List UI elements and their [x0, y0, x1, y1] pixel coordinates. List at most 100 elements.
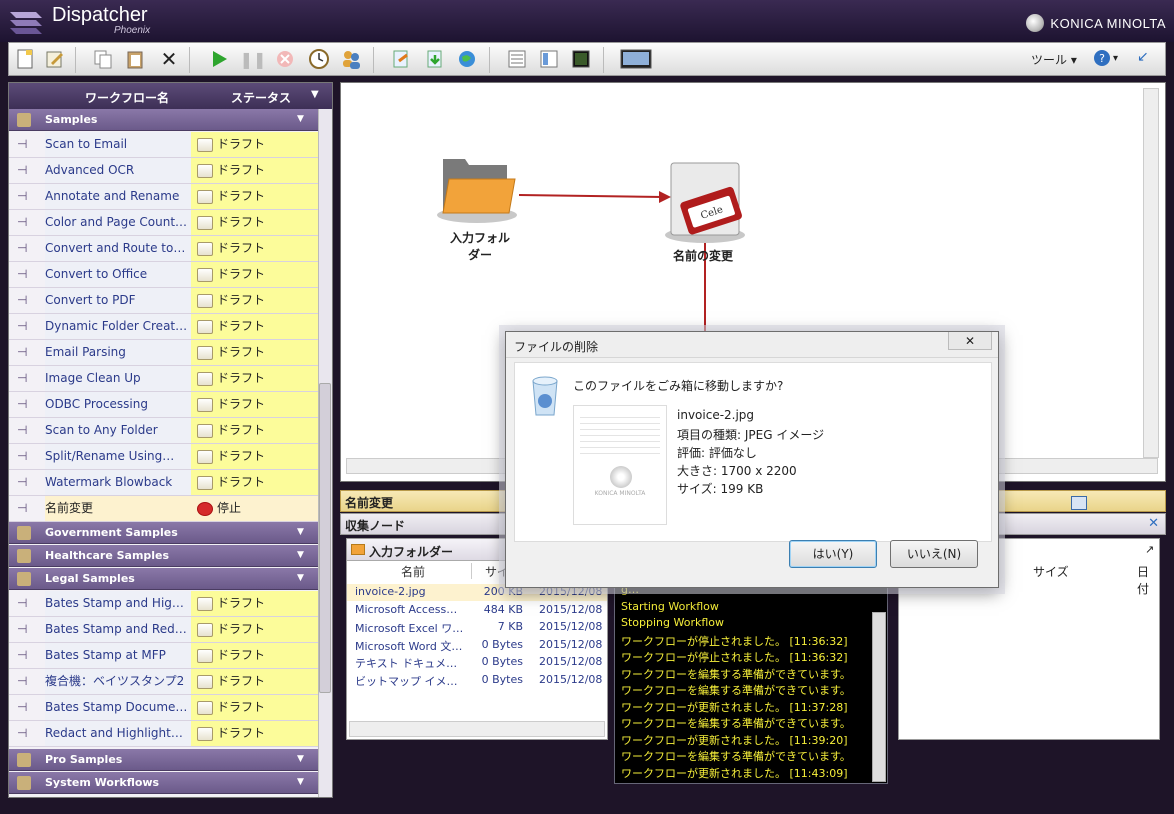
workflow-row[interactable]: ⊣ Dynamic Folder Creat… ドラフト: [9, 314, 318, 340]
pause-icon[interactable]: ❚❚: [240, 47, 267, 71]
paste-icon[interactable]: [123, 47, 147, 71]
popout-icon[interactable]: [1071, 496, 1087, 510]
workflow-row[interactable]: ⊣ Email Parsing ドラフト: [9, 340, 318, 366]
chevron-down-icon[interactable]: ▼: [297, 573, 304, 583]
log-scrollbar[interactable]: [872, 612, 886, 782]
collapse-arrow-icon[interactable]: ↙: [1137, 49, 1149, 65]
file-row[interactable]: Microsoft Excel ワ… 7 KB 2015/12/08: [347, 619, 607, 636]
file-row[interactable]: Microsoft Access… 484 KB 2015/12/08: [347, 602, 607, 619]
chevron-down-icon[interactable]: ▼: [297, 777, 304, 787]
list-view-icon[interactable]: [505, 47, 529, 71]
dialog-title-bar[interactable]: ファイルの削除 ✕: [506, 332, 998, 358]
pin-icon[interactable]: ⊣: [17, 648, 37, 662]
pin-icon[interactable]: ⊣: [17, 189, 37, 203]
workflow-row[interactable]: ⊣ Convert to Office ドラフト: [9, 262, 318, 288]
pin-icon[interactable]: ⊣: [17, 267, 37, 281]
group-government[interactable]: Government Samples ▼: [9, 522, 318, 544]
chevron-down-icon[interactable]: ▼: [297, 527, 304, 537]
pin-icon[interactable]: ⊣: [17, 293, 37, 307]
pin-icon[interactable]: ⊣: [17, 596, 37, 610]
copy-icon[interactable]: [91, 47, 115, 71]
file-thumbnail: KONICA MINOLTA: [573, 405, 667, 525]
pin-icon[interactable]: ⊣: [17, 319, 37, 333]
tools-menu[interactable]: ツール ▾: [1031, 51, 1077, 68]
monitor-icon[interactable]: [619, 47, 653, 71]
group-healthcare[interactable]: Healthcare Samples ▼: [9, 545, 318, 567]
group-system[interactable]: System Workflows ▼: [9, 772, 318, 794]
workflow-row[interactable]: ⊣ Bates Stamp Docume… ドラフト: [9, 695, 318, 721]
column-name[interactable]: 名前: [401, 563, 425, 581]
group-samples[interactable]: Samples ▼: [9, 109, 318, 131]
delete-icon[interactable]: ✕: [157, 47, 181, 71]
pin-icon[interactable]: ⊣: [17, 475, 37, 489]
export-icon[interactable]: [389, 47, 413, 71]
chevron-down-icon[interactable]: ▼: [311, 89, 319, 100]
workflow-row[interactable]: ⊣ Redact and Highlight… ドラフト: [9, 721, 318, 747]
rename-node-icon[interactable]: Cele: [663, 159, 747, 245]
column-size[interactable]: サイズ: [1033, 563, 1069, 580]
column-workflow-name[interactable]: ワークフロー名: [85, 89, 169, 106]
workflow-row[interactable]: ⊣ ODBC Processing ドラフト: [9, 392, 318, 418]
split-view-icon[interactable]: [537, 47, 561, 71]
new-document-icon[interactable]: [13, 47, 37, 71]
column-status[interactable]: ステータス: [231, 89, 291, 106]
brand-logo: KONICA MINOLTA: [1026, 14, 1166, 32]
workflow-row[interactable]: ⊣ Advanced OCR ドラフト: [9, 158, 318, 184]
pin-icon[interactable]: ⊣: [17, 674, 37, 688]
stop-icon[interactable]: [273, 47, 297, 71]
file-row[interactable]: テキスト ドキュメ… 0 Bytes 2015/12/08: [347, 654, 607, 671]
expand-icon[interactable]: ↗: [1145, 543, 1154, 556]
workflow-row[interactable]: ⊣ 名前変更 停止: [9, 496, 318, 522]
horizontal-scrollbar[interactable]: [349, 721, 605, 737]
workflow-row[interactable]: ⊣ 複合機：ベイツスタンプ2 ドラフト: [9, 669, 318, 695]
column-date[interactable]: 日付: [1137, 563, 1159, 597]
chevron-down-icon[interactable]: ▼: [297, 550, 304, 560]
workflow-row[interactable]: ⊣ Bates Stamp at MFP ドラフト: [9, 643, 318, 669]
help-icon[interactable]: ? ▾: [1093, 49, 1118, 67]
dialog-close-button[interactable]: ✕: [948, 332, 992, 350]
file-row[interactable]: Microsoft Word 文… 0 Bytes 2015/12/08: [347, 637, 607, 654]
pin-icon[interactable]: ⊣: [17, 700, 37, 714]
workflow-row[interactable]: ⊣ Split/Rename Using… ドラフト: [9, 444, 318, 470]
workflow-row[interactable]: ⊣ Bates Stamp and Red… ドラフト: [9, 617, 318, 643]
users-icon[interactable]: [339, 47, 363, 71]
import-icon[interactable]: [423, 47, 447, 71]
group-legal[interactable]: Legal Samples ▼: [9, 568, 318, 590]
pin-icon[interactable]: ⊣: [17, 345, 37, 359]
schedule-icon[interactable]: [307, 47, 331, 71]
pin-icon[interactable]: ⊣: [17, 423, 37, 437]
file-row[interactable]: ビットマップ イメ… 0 Bytes 2015/12/08: [347, 672, 607, 689]
group-pro[interactable]: Pro Samples ▼: [9, 749, 318, 771]
workflow-row[interactable]: ⊣ Convert and Route to… ドラフト: [9, 236, 318, 262]
workflow-row[interactable]: ⊣ Color and Page Count… ドラフト: [9, 210, 318, 236]
vertical-scrollbar[interactable]: [1143, 88, 1159, 458]
workflow-row[interactable]: ⊣ Watermark Blowback ドラフト: [9, 470, 318, 496]
pin-icon[interactable]: ⊣: [17, 501, 37, 515]
yes-button[interactable]: はい(Y): [789, 540, 877, 568]
start-icon[interactable]: [207, 47, 231, 71]
pin-icon[interactable]: ⊣: [17, 371, 37, 385]
pin-icon[interactable]: ⊣: [17, 241, 37, 255]
workflow-row[interactable]: ⊣ Image Clean Up ドラフト: [9, 366, 318, 392]
edit-icon[interactable]: [43, 47, 67, 71]
pin-icon[interactable]: ⊣: [17, 622, 37, 636]
chevron-down-icon[interactable]: ▼: [297, 754, 304, 764]
web-globe-icon[interactable]: [455, 47, 479, 71]
pin-icon[interactable]: ⊣: [17, 449, 37, 463]
close-icon[interactable]: ✕: [1148, 516, 1159, 531]
no-button[interactable]: いいえ(N): [890, 540, 978, 568]
chevron-down-icon[interactable]: ▼: [297, 114, 304, 124]
workflow-row[interactable]: ⊣ Bates Stamp and Hig… ドラフト: [9, 591, 318, 617]
console-icon[interactable]: [569, 47, 593, 71]
pin-icon[interactable]: ⊣: [17, 215, 37, 229]
scrollbar-thumb[interactable]: [319, 383, 331, 693]
pin-icon[interactable]: ⊣: [17, 397, 37, 411]
folder-node-icon[interactable]: [435, 155, 519, 225]
pin-icon[interactable]: ⊣: [17, 163, 37, 177]
workflow-row[interactable]: ⊣ Scan to Any Folder ドラフト: [9, 418, 318, 444]
workflow-row[interactable]: ⊣ Annotate and Rename ドラフト: [9, 184, 318, 210]
workflow-row[interactable]: ⊣ Scan to Email ドラフト: [9, 132, 318, 158]
workflow-row[interactable]: ⊣ Convert to PDF ドラフト: [9, 288, 318, 314]
pin-icon[interactable]: ⊣: [17, 726, 37, 740]
pin-icon[interactable]: ⊣: [17, 137, 37, 151]
